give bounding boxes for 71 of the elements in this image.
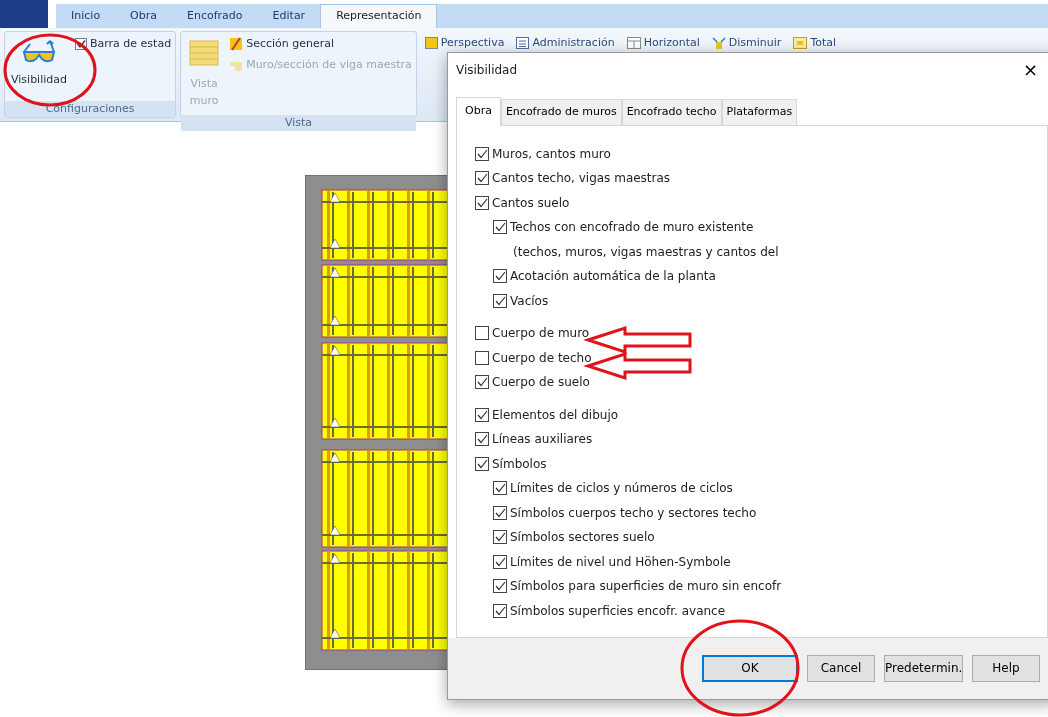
checkbox[interactable] <box>475 432 489 447</box>
ribbon-button[interactable]: Horizontal <box>622 35 704 52</box>
zoom-extents-icon <box>793 37 808 50</box>
ribbon-button[interactable]: Visibilidad <box>9 36 69 97</box>
section-icon <box>229 37 244 52</box>
checkbox[interactable] <box>493 579 507 594</box>
checkbox-label: Techos con encofrado de muro existente <box>510 219 754 237</box>
checkbox[interactable] <box>475 146 489 161</box>
ribbon-button[interactable]: Administración <box>512 35 619 52</box>
ribbon-tab[interactable]: Representación <box>320 4 438 28</box>
checkbox-label: Elementos del dibujo <box>492 406 619 424</box>
checkbox[interactable] <box>493 554 507 569</box>
ribbon-button[interactable]: Sección general <box>229 36 412 53</box>
checkbox-label: Límites de ciclos y números de ciclos <box>510 480 733 498</box>
checkbox[interactable] <box>475 195 489 210</box>
checkbox-label: (techos, muros, vigas maestras y cantos del <box>512 243 780 261</box>
wall-icon <box>189 38 220 68</box>
checkbox[interactable] <box>475 326 489 341</box>
shrink-icon <box>711 36 726 50</box>
checkbox-label: Límites de nivel und Höhen-Symbole <box>510 553 731 571</box>
checkbox-label: Líneas auxiliares <box>492 431 593 449</box>
ribbon-button[interactable]: Disminuir <box>707 35 786 52</box>
checkbox[interactable] <box>493 293 507 308</box>
window-icon <box>626 37 641 50</box>
frame-icon <box>424 37 438 50</box>
checkbox-label: Cuerpo de techo <box>492 349 592 367</box>
checkbox[interactable] <box>493 603 507 618</box>
checkbox[interactable] <box>475 350 489 365</box>
checkbox-label: Símbolos para superficies de muro sin encofr <box>510 578 782 596</box>
ribbon-tab[interactable]: Editar <box>257 4 321 28</box>
checkbox[interactable] <box>475 375 489 390</box>
dialog-tab[interactable]: Plataformas <box>721 99 798 125</box>
dialog-button[interactable]: OK <box>702 654 798 682</box>
checkbox[interactable] <box>493 505 507 520</box>
checkbox[interactable] <box>493 220 507 235</box>
list-icon <box>516 37 530 50</box>
checkbox[interactable] <box>475 171 489 186</box>
dialog-button[interactable]: Predetermin. <box>884 654 963 682</box>
checkbox[interactable] <box>493 481 507 496</box>
ribbon-checkbox[interactable]: Barra de estad <box>75 36 172 53</box>
ribbon-button[interactable]: Perspectiva <box>420 35 509 52</box>
ribbon-tab[interactable]: Encofrado <box>172 4 258 28</box>
checkbox-label: Símbolos superficies encofr. avance <box>510 602 726 620</box>
checkbox-label: Cuerpo de suelo <box>492 374 590 392</box>
checkbox[interactable] <box>475 407 489 422</box>
dialog-tab[interactable]: Obra <box>456 97 501 126</box>
dialog-tab[interactable]: Encofrado de muros <box>500 99 622 125</box>
glasses-icon <box>22 38 56 64</box>
ribbon-tab[interactable]: Inicio <box>56 4 116 28</box>
checkbox-label: Muros, cantos muro <box>492 145 611 163</box>
checkbox[interactable] <box>493 530 507 545</box>
checkbox-label: Símbolos cuerpos techo y sectores techo <box>510 504 757 522</box>
group-title: Configuraciones <box>5 101 176 117</box>
checkbox-label: Cuerpo de muro <box>492 325 590 343</box>
checkbox[interactable] <box>475 456 489 471</box>
ribbon-tab[interactable]: Obra <box>115 4 172 28</box>
ribbon-button[interactable]: Total <box>789 35 841 52</box>
dialog-button[interactable]: Help <box>972 654 1040 682</box>
dialog-button[interactable]: Cancel <box>807 654 875 682</box>
close-button[interactable]: × <box>1022 61 1048 79</box>
checkbox-label: Acotación automática de la planta <box>510 268 716 286</box>
checkbox-label: Cantos techo, vigas maestras <box>492 170 671 188</box>
checkbox-label: Símbolos <box>492 455 547 473</box>
dialog-tab[interactable]: Encofrado techo <box>621 99 722 125</box>
dialog-title: Visibilidad <box>456 62 518 79</box>
checkbox-label: Vacíos <box>510 292 549 310</box>
checkbox-label: Símbolos sectores suelo <box>510 529 655 547</box>
group-title: Vista <box>181 115 416 131</box>
checkbox[interactable] <box>493 269 507 284</box>
app-logo <box>0 0 48 28</box>
checkbox-label: Cantos suelo <box>492 194 570 212</box>
